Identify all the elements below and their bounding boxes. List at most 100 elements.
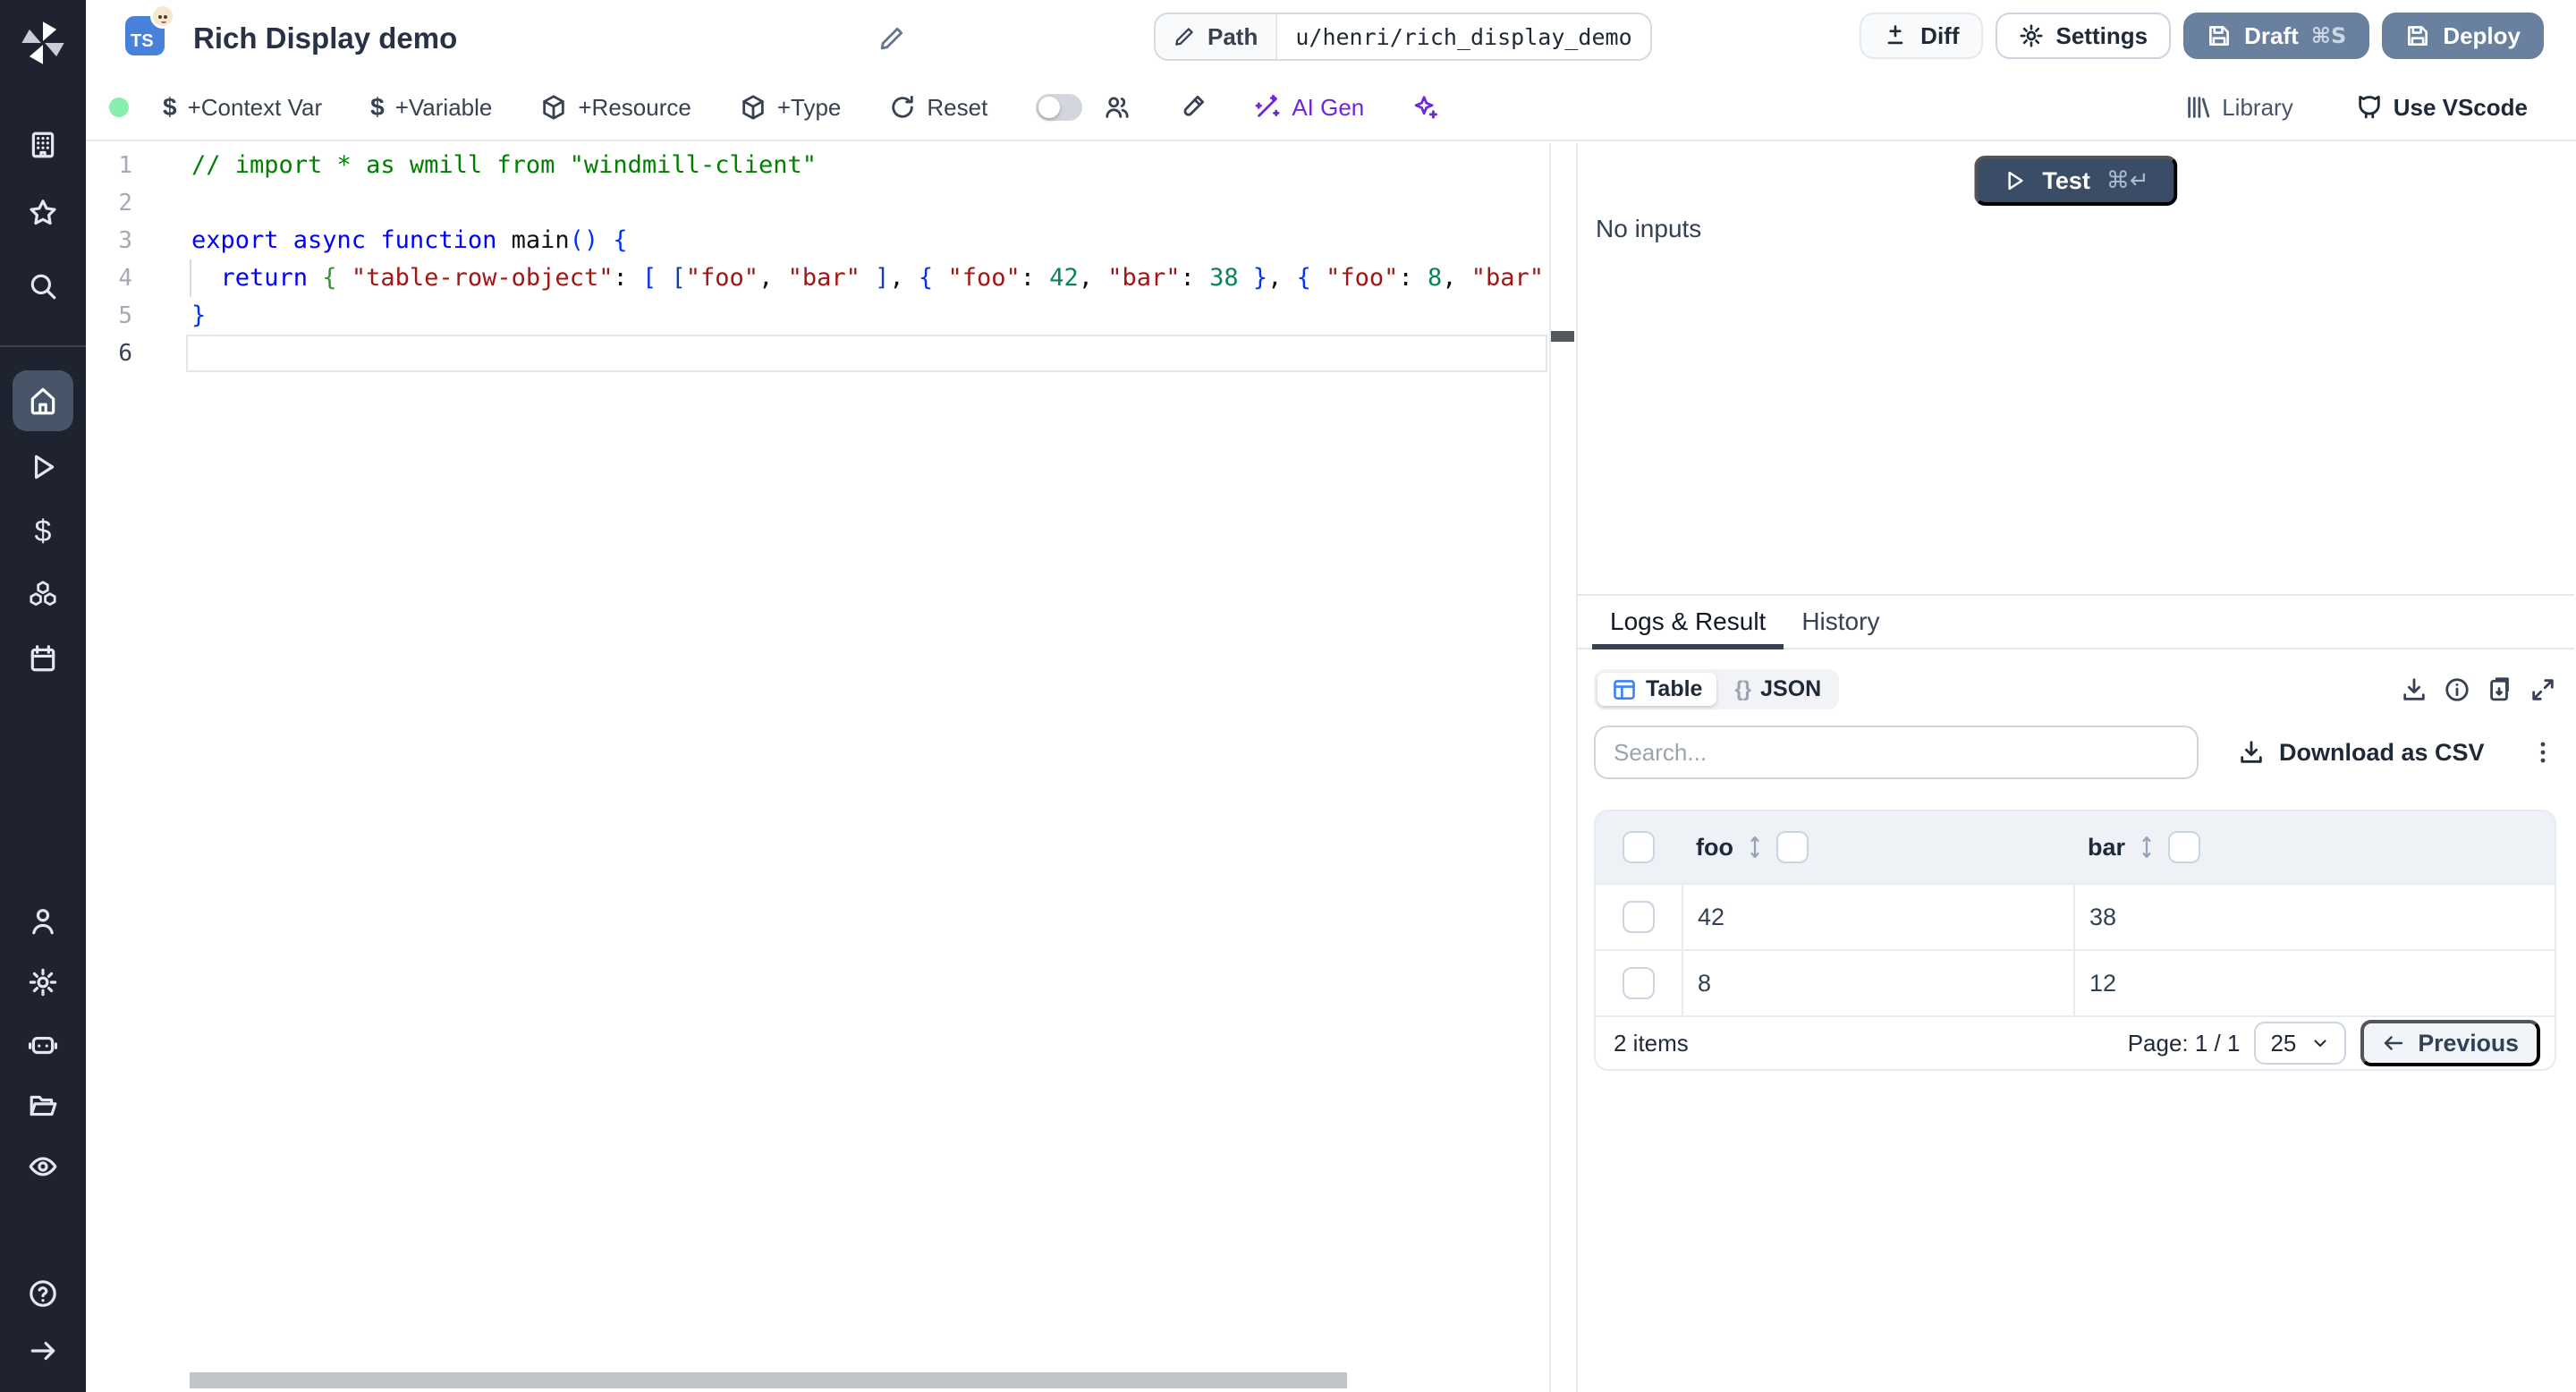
windmill-logo[interactable]	[18, 18, 68, 68]
code-line[interactable]: 2	[86, 184, 1549, 222]
gear-icon	[2019, 23, 2044, 48]
sidebar-item-workers[interactable]	[13, 1014, 73, 1075]
content-split: 1// import * as wmill from "windmill-cli…	[86, 143, 2576, 1392]
library-button[interactable]: Library	[2184, 94, 2292, 122]
sidebar-expand-button[interactable]	[13, 1320, 73, 1381]
sidebar-item-variables[interactable]: $	[13, 501, 73, 562]
table-row[interactable]: 812	[1596, 949, 2555, 1015]
table-row[interactable]: 4238	[1596, 883, 2555, 949]
line-number: 2	[86, 184, 132, 222]
settings-button[interactable]: Settings	[1996, 13, 2172, 59]
select-all-checkbox[interactable]	[1623, 831, 1655, 863]
cursor-position-mark	[1551, 331, 1574, 342]
add-variable-button[interactable]: $+Variable	[370, 93, 492, 122]
select-all-cell	[1596, 831, 1682, 863]
path-value: u/henri/rich_display_demo	[1277, 14, 1649, 59]
sidebar-item-search[interactable]	[13, 256, 73, 317]
result-tabs: Logs & Result History	[1578, 596, 2574, 649]
search-input[interactable]	[1594, 726, 2199, 779]
clipboard-copy-icon[interactable]	[2487, 676, 2513, 703]
sidebar-item-runs[interactable]	[13, 437, 73, 497]
sort-icon[interactable]	[1746, 834, 1764, 861]
code-text: // import * as wmill from "windmill-clie…	[191, 147, 1549, 184]
download-csv-button[interactable]: Download as CSV	[2238, 739, 2485, 767]
collab-mode-control	[1036, 94, 1131, 121]
path-widget[interactable]: Path u/henri/rich_display_demo	[1154, 13, 1652, 61]
view-json-toggle[interactable]: {} JSON	[1720, 673, 1835, 706]
view-table-toggle[interactable]: Table	[1597, 673, 1716, 706]
page-size-select[interactable]: 25	[2254, 1022, 2346, 1065]
diff-button[interactable]: Diff	[1860, 13, 1982, 59]
column-checkbox-foo[interactable]	[1776, 831, 1809, 863]
table-cell: 12	[2073, 951, 2555, 1015]
dollar-icon: $	[163, 93, 177, 122]
sidebar-item-home[interactable]	[13, 370, 73, 431]
view-toggle-row: Table {} JSON	[1594, 669, 2556, 709]
expand-icon[interactable]	[2529, 676, 2556, 703]
deploy-button[interactable]: Deploy	[2382, 13, 2544, 59]
result-actions	[2401, 676, 2556, 703]
code-line[interactable]: 4 return { "table-row-object": [ ["foo",…	[86, 259, 1549, 297]
overview-ruler[interactable]	[1549, 143, 1576, 1392]
logs-section: Logs & Result History Table {}	[1578, 594, 2574, 1392]
toolbar-right: Library Use VScode	[2184, 94, 2528, 122]
sidebar-item-settings[interactable]	[13, 952, 73, 1013]
format-button[interactable]	[1179, 94, 1206, 121]
library-icon	[2184, 94, 2211, 121]
code-line[interactable]: 5}	[86, 297, 1549, 335]
sidebar-item-folders[interactable]	[13, 1075, 73, 1136]
line-number: 4	[86, 259, 132, 297]
column-checkbox-bar[interactable]	[2168, 831, 2200, 863]
sidebar-item-schedules[interactable]	[13, 628, 73, 689]
previous-page-button[interactable]: Previous	[2360, 1020, 2540, 1066]
sidebar-item-users[interactable]	[13, 891, 73, 952]
horizontal-scrollbar[interactable]	[190, 1372, 1347, 1388]
arrow-right-icon	[28, 1336, 58, 1366]
code-line[interactable]: 3export async function main() {	[86, 222, 1549, 259]
sidebar-item-help[interactable]	[13, 1263, 73, 1324]
code-editor[interactable]: 1// import * as wmill from "windmill-cli…	[86, 143, 1578, 1392]
vscode-cat-icon	[2356, 94, 2383, 121]
test-button[interactable]: Test ⌘↵	[1974, 156, 2177, 206]
wand-sparkles-icon	[1254, 94, 1281, 121]
download-icon	[2238, 739, 2265, 766]
sidebar-item-favorites[interactable]	[13, 182, 73, 243]
code-text: }	[191, 297, 1549, 335]
pagination: Page: 1 / 1 25 Previous	[2128, 1020, 2540, 1066]
add-context-var-button[interactable]: $+Context Var	[163, 93, 322, 122]
code-line[interactable]: 6	[86, 335, 1549, 372]
save-draft-button[interactable]: Draft ⌘S	[2183, 13, 2369, 59]
tab-logs-result[interactable]: Logs & Result	[1592, 596, 1784, 648]
table-body: 4238812	[1596, 883, 2555, 1015]
page-title: Rich Display demo	[193, 21, 457, 55]
row-checkbox[interactable]	[1623, 901, 1655, 933]
collab-toggle[interactable]	[1036, 94, 1082, 121]
line-number: 3	[86, 222, 132, 259]
column-label: bar	[2088, 834, 2125, 862]
test-shortcut: ⌘↵	[2106, 167, 2149, 194]
use-vscode-button[interactable]: Use VScode	[2356, 94, 2528, 122]
add-resource-button[interactable]: +Resource	[540, 94, 691, 122]
add-type-button[interactable]: +Type	[740, 94, 842, 122]
download-icon[interactable]	[2401, 676, 2428, 703]
table-cell: 8	[1682, 951, 2073, 1015]
sidebar-item-resources[interactable]	[13, 564, 73, 624]
sort-icon[interactable]	[2138, 834, 2156, 861]
sidebar-item-workspace[interactable]	[13, 115, 73, 175]
refresh-icon	[889, 94, 916, 121]
robot-icon	[28, 1030, 58, 1060]
reset-button[interactable]: Reset	[889, 94, 987, 122]
users-icon[interactable]	[1104, 94, 1131, 121]
search-icon	[28, 271, 58, 301]
ai-sparkles-button[interactable]	[1412, 94, 1439, 121]
row-checkbox-cell	[1596, 951, 1682, 1015]
info-icon[interactable]	[2444, 676, 2470, 703]
ai-gen-button[interactable]: AI Gen	[1254, 94, 1364, 122]
edit-summary-button[interactable]	[878, 25, 905, 52]
row-checkbox[interactable]	[1623, 967, 1655, 999]
tab-history[interactable]: History	[1784, 596, 1897, 648]
code-line[interactable]: 1// import * as wmill from "windmill-cli…	[86, 147, 1549, 184]
sidebar-item-audit-logs[interactable]	[13, 1136, 73, 1197]
sidebar: $	[0, 0, 86, 1392]
more-options-button[interactable]	[2529, 739, 2556, 766]
